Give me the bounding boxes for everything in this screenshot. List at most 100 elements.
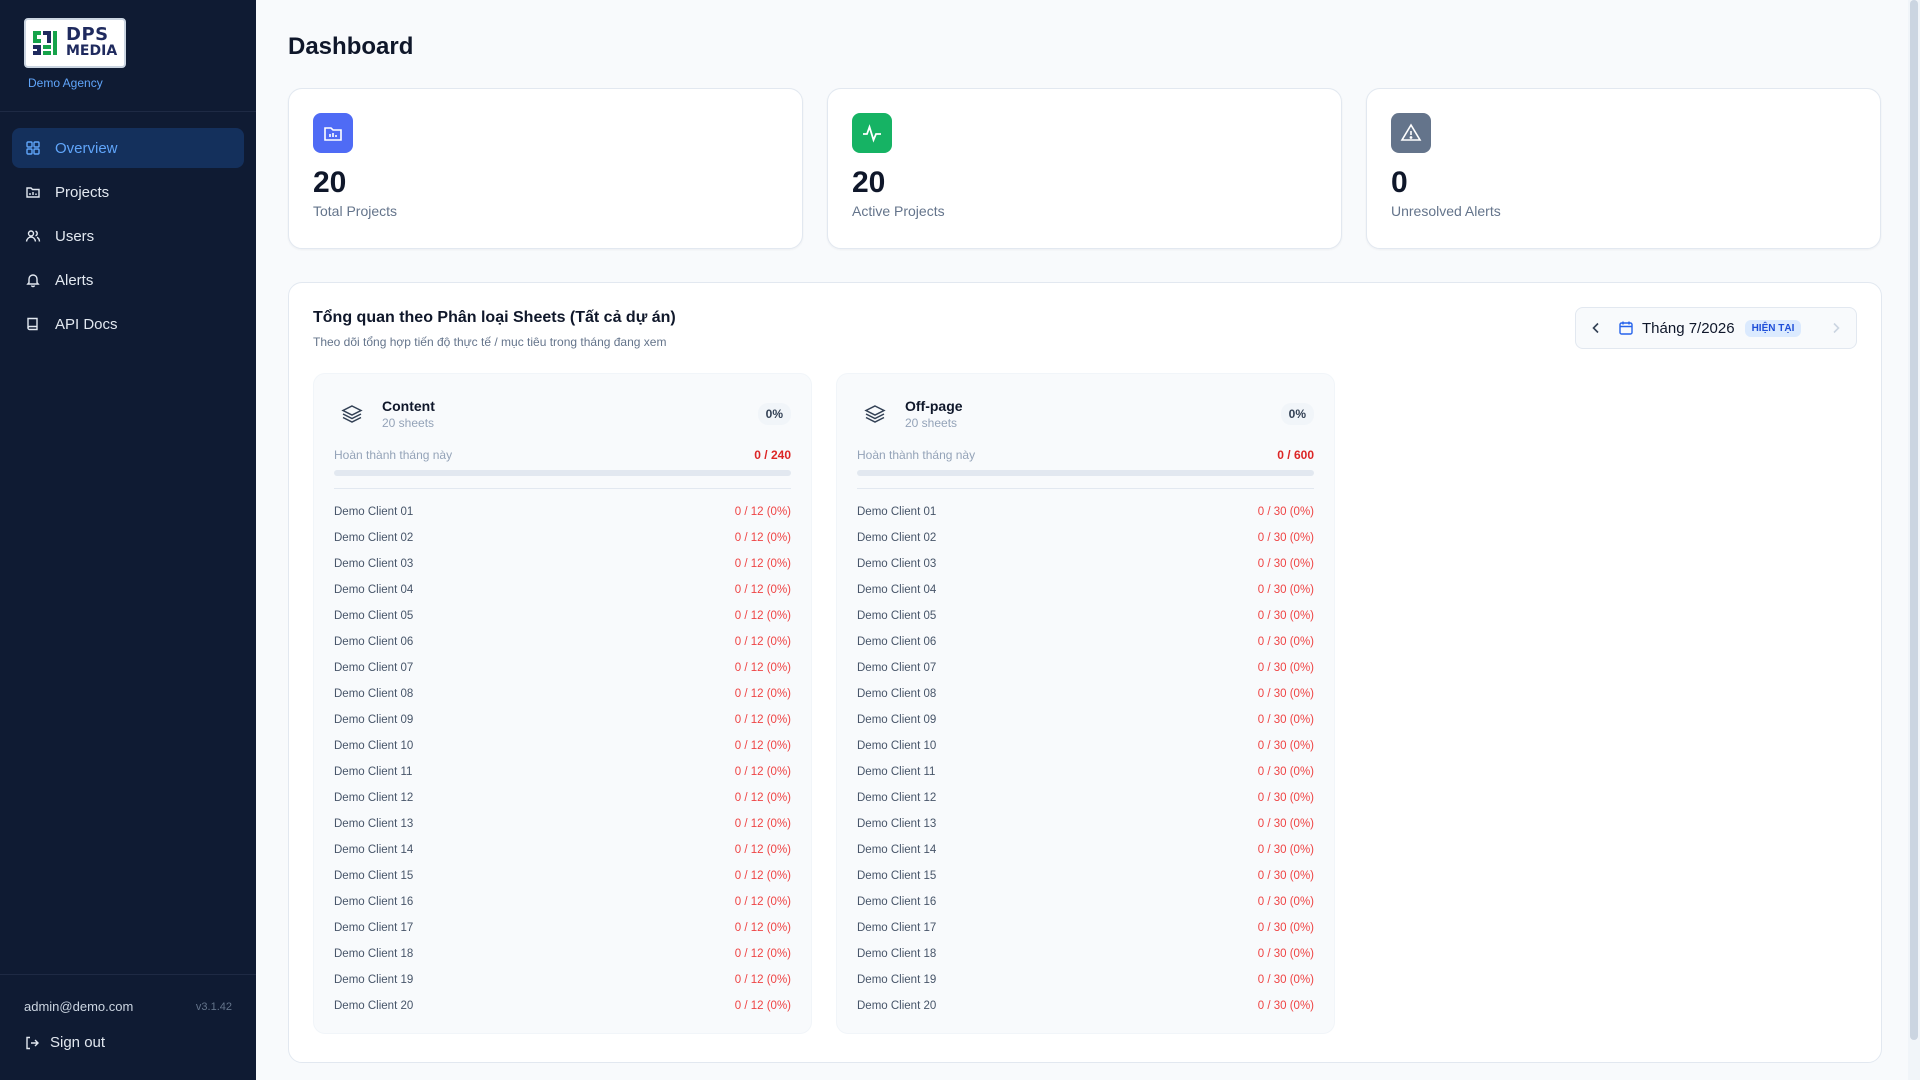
client-progress: 0 / 12 (0%) [734,714,791,726]
client-row: Demo Client 02 0 / 30 (0%) [857,525,1314,551]
category-title: Content 20 sheets [382,398,435,430]
client-name: Demo Client 08 [334,688,414,700]
stat-label: Unresolved Alerts [1391,203,1501,219]
client-name: Demo Client 05 [857,610,937,622]
folder-chart-icon [324,127,342,141]
client-name: Demo Client 13 [857,818,937,830]
client-progress: 0 / 30 (0%) [1257,532,1314,544]
client-progress: 0 / 12 (0%) [734,584,791,596]
client-name: Demo Client 16 [857,896,937,908]
sidebar-item-overview[interactable]: Overview [12,128,244,168]
client-name: Demo Client 09 [334,714,414,726]
sidebar-item-alerts[interactable]: Alerts [12,260,244,300]
month-navigator: Tháng 7/2026 HIỆN TẠI [1575,307,1857,349]
logout-icon [26,1036,39,1049]
client-row: Demo Client 15 0 / 30 (0%) [857,863,1314,889]
client-progress: 0 / 30 (0%) [1257,714,1314,726]
warning-icon [1400,123,1422,141]
client-name: Demo Client 06 [334,636,414,648]
progress-row: Hoàn thành tháng này 0 / 600 [857,448,1314,462]
sidebar-item-label: Alerts [55,271,94,289]
client-progress: 0 / 12 (0%) [734,610,791,622]
client-progress: 0 / 12 (0%) [734,1000,791,1012]
client-name: Demo Client 02 [857,532,937,544]
client-progress: 0 / 12 (0%) [734,662,791,674]
layers-icon-wrap [334,396,370,432]
sidebar-footer: admin@demo.com v3.1.42 Sign out [0,974,256,1080]
client-progress: 0 / 12 (0%) [734,818,791,830]
divider [334,488,791,489]
client-list: Demo Client 01 0 / 12 (0%) Demo Client 02 0… [334,499,791,1019]
client-name: Demo Client 04 [857,584,937,596]
client-progress: 0 / 30 (0%) [1257,870,1314,882]
client-progress: 0 / 30 (0%) [1257,506,1314,518]
logo-line1: DPS [66,24,109,45]
users-icon [25,230,41,242]
category-card-content: Content 20 sheets 0% Hoàn thành tháng nà… [313,373,812,1034]
brand-logo[interactable]: DPS MEDIA [24,18,126,68]
client-row: Demo Client 19 0 / 30 (0%) [857,967,1314,993]
app-version: v3.1.42 [195,1000,232,1013]
stat-label: Total Projects [313,203,398,219]
category-header: Off-page 20 sheets 0% [857,394,1314,434]
dps-logo-icon [31,28,61,58]
client-row: Demo Client 14 0 / 30 (0%) [857,837,1314,863]
client-progress: 0 / 12 (0%) [734,948,791,960]
client-progress: 0 / 30 (0%) [1257,688,1314,700]
signout-button[interactable]: Sign out [24,1034,232,1051]
client-progress: 0 / 12 (0%) [734,922,791,934]
calendar-icon [1619,321,1633,335]
client-name: Demo Client 06 [857,636,937,648]
client-name: Demo Client 14 [334,844,414,856]
client-progress: 0 / 12 (0%) [734,766,791,778]
client-name: Demo Client 12 [857,792,937,804]
sidebar-item-api-docs[interactable]: API Docs [12,304,244,344]
brand: DPS MEDIA Demo Agency [0,0,256,112]
main-content: Dashboard 20 Total Projects 20 Active Pr… [288,0,1882,1063]
client-row: Demo Client 03 0 / 12 (0%) [334,551,791,577]
logo-text: DPS MEDIA [66,24,117,60]
page-scrollbar[interactable] [1908,0,1920,1080]
client-name: Demo Client 19 [857,974,937,986]
client-row: Demo Client 06 0 / 12 (0%) [334,629,791,655]
client-progress: 0 / 12 (0%) [734,636,791,648]
client-row: Demo Client 01 0 / 12 (0%) [334,499,791,525]
client-name: Demo Client 20 [334,1000,414,1012]
client-row: Demo Client 14 0 / 12 (0%) [334,837,791,863]
client-row: Demo Client 13 0 / 30 (0%) [857,811,1314,837]
client-progress: 0 / 30 (0%) [1257,584,1314,596]
scrollbar-thumb[interactable] [1910,0,1918,1040]
client-name: Demo Client 15 [334,870,414,882]
client-name: Demo Client 05 [334,610,414,622]
category-percent-badge: 0% [1280,403,1314,425]
chevron-left-icon[interactable] [1588,320,1604,336]
progress-value: 0 / 600 [1277,448,1314,462]
client-row: Demo Client 05 0 / 30 (0%) [857,603,1314,629]
month-picker[interactable]: Tháng 7/2026 HIỆN TẠI [1618,319,1802,337]
client-progress: 0 / 30 (0%) [1257,818,1314,830]
sidebar-item-label: API Docs [55,315,118,333]
category-percent-badge: 0% [757,403,791,425]
client-name: Demo Client 10 [334,740,414,752]
client-row: Demo Client 12 0 / 30 (0%) [857,785,1314,811]
book-icon [27,317,38,331]
folder-icon [26,187,40,198]
sidebar-item-users[interactable]: Users [12,216,244,256]
stat-icon-wrap [1391,113,1431,153]
client-progress: 0 / 12 (0%) [734,688,791,700]
client-name: Demo Client 03 [857,558,937,570]
client-name: Demo Client 10 [857,740,937,752]
category-header: Content 20 sheets 0% [334,394,791,434]
client-progress: 0 / 30 (0%) [1257,636,1314,648]
client-progress: 0 / 12 (0%) [734,792,791,804]
stats-row: 20 Total Projects 20 Active Projects 0 U… [288,88,1882,249]
sidebar-item-projects[interactable]: Projects [12,172,244,212]
chevron-right-icon[interactable] [1828,320,1844,336]
client-progress: 0 / 12 (0%) [734,740,791,752]
client-name: Demo Client 13 [334,818,414,830]
client-name: Demo Client 01 [334,506,414,518]
client-progress: 0 / 30 (0%) [1257,1000,1314,1012]
stat-icon-wrap [852,113,892,153]
client-name: Demo Client 11 [334,766,413,778]
client-name: Demo Client 11 [857,766,936,778]
